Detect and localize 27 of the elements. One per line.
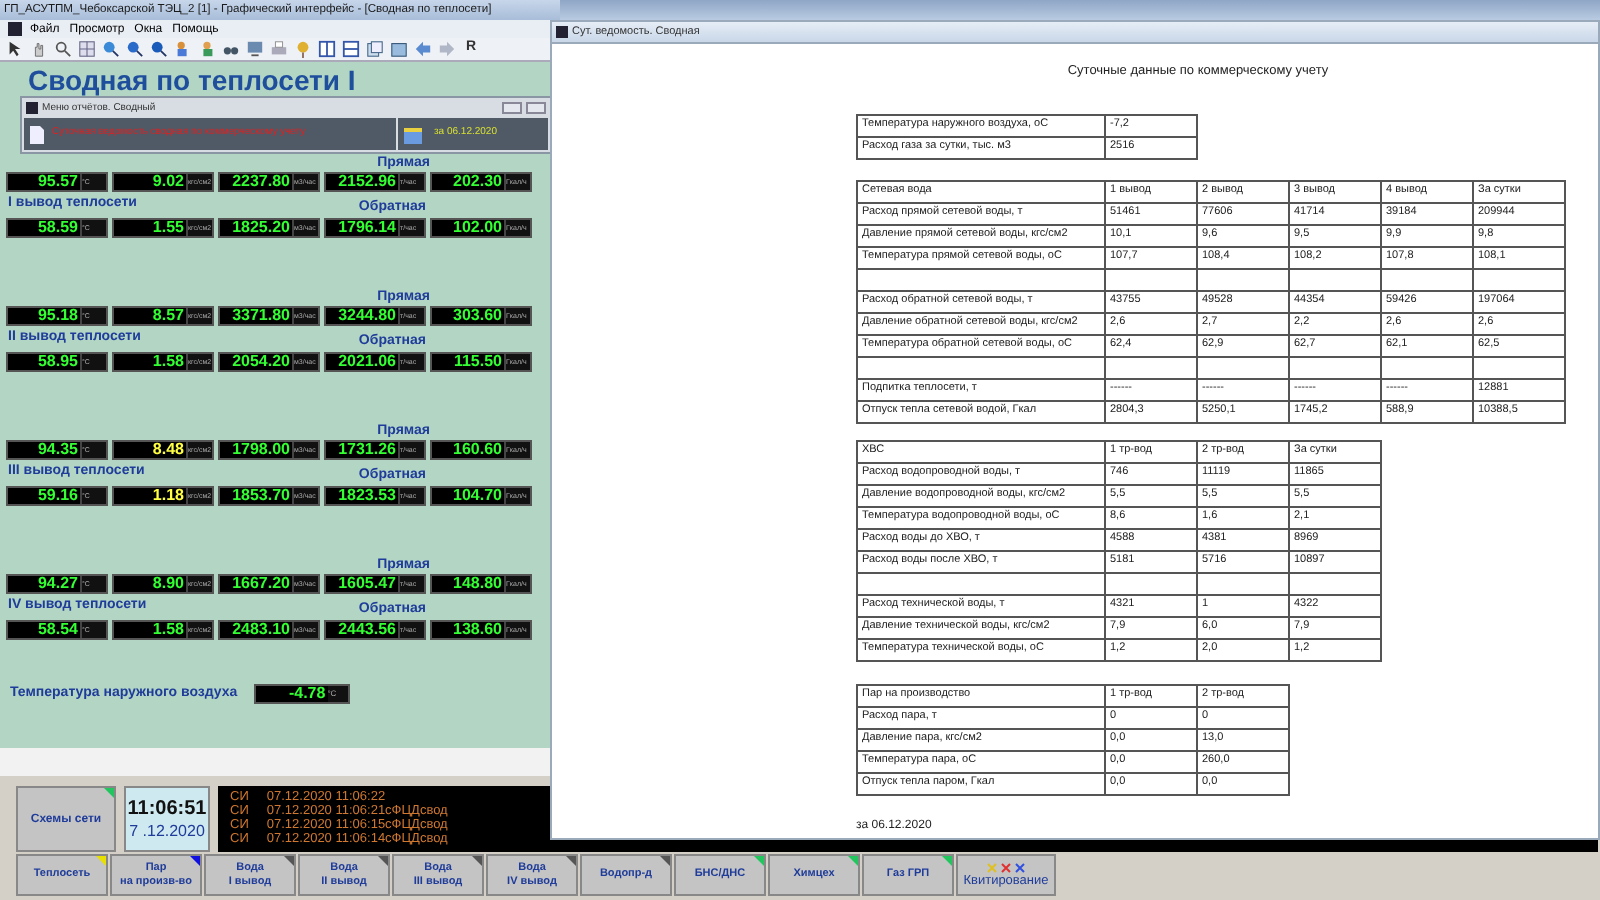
zoom-in-icon[interactable] [102, 40, 120, 58]
people-icon[interactable] [174, 40, 192, 58]
arrow-left-icon[interactable] [414, 40, 432, 58]
monitor-icon[interactable] [246, 40, 264, 58]
minimize-button[interactable] [502, 101, 522, 113]
maximize-button[interactable] [526, 101, 546, 113]
zoom-in-icon[interactable] [126, 40, 144, 58]
pages-icon[interactable] [366, 40, 384, 58]
pin-icon[interactable] [294, 40, 312, 58]
panel-heading: Сводная по теплосети I [28, 64, 358, 96]
clock-date: 7 .12.2020 [129, 821, 205, 841]
search-icon[interactable] [54, 40, 72, 58]
calendar-icon [404, 125, 422, 143]
printer-icon[interactable] [270, 40, 288, 58]
zoom-out-icon[interactable] [150, 40, 168, 58]
hand-icon[interactable] [30, 40, 48, 58]
people-icon[interactable] [198, 40, 216, 58]
clock-time: 11:06:51 [127, 797, 207, 821]
document-icon [30, 125, 44, 143]
layout-icon[interactable] [318, 40, 336, 58]
rows-icon[interactable] [342, 40, 360, 58]
cursor-icon[interactable] [6, 40, 24, 58]
grid-icon[interactable] [78, 40, 96, 58]
window-icon[interactable] [390, 40, 408, 58]
app-logo-icon [26, 101, 38, 113]
app-logo-icon [556, 26, 568, 38]
app-logo-icon [8, 22, 22, 36]
